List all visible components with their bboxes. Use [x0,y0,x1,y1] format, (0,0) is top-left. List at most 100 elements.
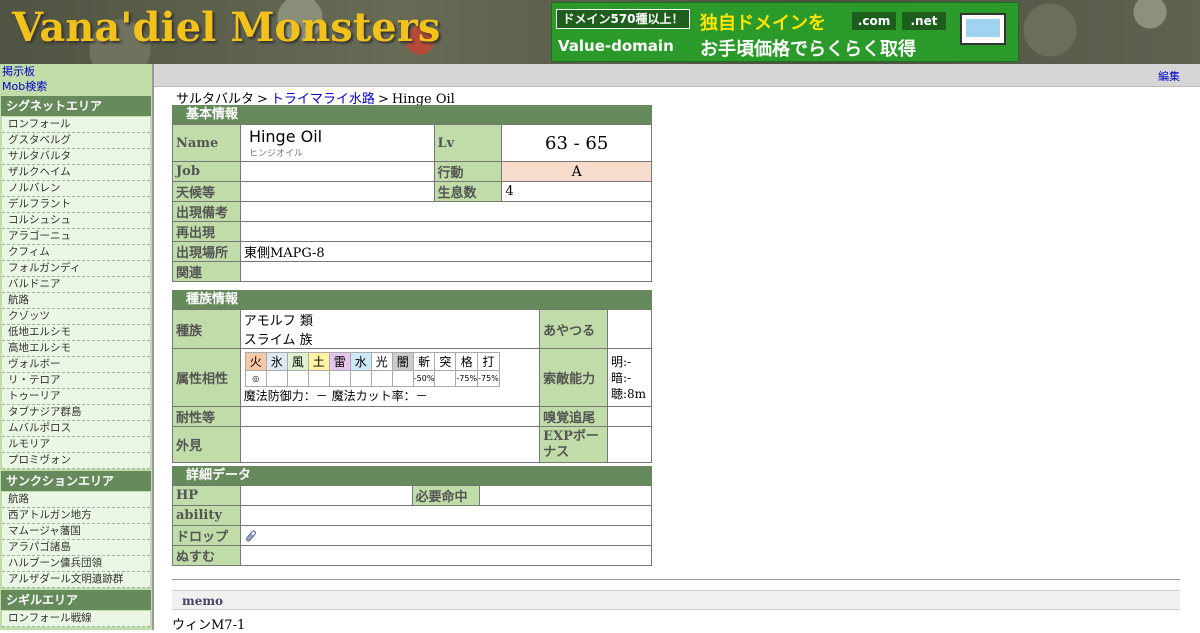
sidebar: 掲示板 Mob検索 シグネットエリア ロンフォール グスタベルグ サルタバルタ ザルクヘ… [0,64,152,630]
sidebar-item[interactable]: ロンフォール戦線 [2,611,150,627]
accuracy-label: 必要命中 [411,485,481,506]
element-name-cell: 水 [349,352,372,371]
family-value: アモルフ 類 スライム 族 [239,309,541,349]
sidebar-item[interactable]: デルフラント [2,197,150,213]
sidebar-area-header: シグネットエリア [1,96,151,116]
family-class: アモルフ 類 [243,314,313,329]
element-table: 火氷風土雷水光闇斬突格打 ◎ -50% -75% -75% [244,352,500,387]
sidebar-item[interactable]: 高地エルシモ [2,341,150,357]
count-label: 生息数 [433,181,503,202]
sidebar-item[interactable]: サルタバルタ [2,149,150,165]
site-title[interactable]: Vana'diel Monsters [12,4,440,51]
memo-text: ウィンM7-1 [172,618,246,633]
detect-dark: 暗:- [610,370,632,385]
weather-value [239,181,435,202]
sidebar-link-bbs[interactable]: 掲示板 [0,64,152,79]
magic-defense-line: 魔法防御力：－ 魔法カット率：－ [243,389,428,403]
basic-info-header: 基本情報 [172,105,652,124]
sidebar-item[interactable]: 航路 [2,492,150,508]
sidebar-area-list: 航路 西アトルガン地方 マムージャ藩国 アラパゴ諸島 ハルブーン傭兵団領 アルザダール文明… [2,492,150,588]
element-value-cell [370,370,393,387]
sidebar-link-mob-search[interactable]: Mob検索 [0,79,152,94]
mob-name: Hinge Oil [248,127,323,146]
sidebar-item[interactable]: アルザダール文明遺跡群 [2,572,150,588]
element-name-cell: 氷 [265,352,288,371]
charm-label: あやつる [539,309,608,349]
element-value-cell [328,370,351,387]
resist-label: 耐性等 [172,406,241,427]
sidebar-item[interactable]: 西アトルガン地方 [2,508,150,524]
element-name-cell: 格 [455,352,479,371]
basic-info-table: Name Hinge Oil ヒンジオイル Lv 63 - 65 Job 行動 … [172,124,653,282]
sidebar-item[interactable]: クフィム [2,245,150,261]
affinity-cell: 火氷風土雷水光闇斬突格打 ◎ -50% -75% -75% 魔法防御力：－ 魔法カット… [239,348,541,407]
charm-value [606,309,653,349]
scent-label: 嗅覚追尾 [539,406,608,427]
sidebar-item[interactable]: タブナジア群島 [2,405,150,421]
related-value [239,261,653,282]
affinity-label: 属性相性 [172,348,241,407]
steal-label: ぬすむ [172,545,241,566]
lv-value: 63 - 65 [501,124,652,162]
sidebar-item[interactable]: アラパゴ諸島 [2,540,150,556]
look-value [239,426,541,463]
banner-logo: Value-domain [558,37,674,55]
sidebar-item[interactable]: ムバルポロス [2,421,150,437]
steal-value [239,545,653,566]
element-value-cell: -75% [455,370,479,387]
site-header: Vana'diel Monsters ドメイン570種以上！ Value-dom… [0,0,1200,64]
accuracy-value [479,485,652,506]
drop-label: ドロップ [172,525,241,546]
ability-value [239,505,653,526]
sidebar-item[interactable]: クゾッツ [2,309,150,325]
hp-value [239,485,413,506]
sidebar-item[interactable]: ノルバレン [2,181,150,197]
element-name-cell: 土 [307,352,330,371]
detect-light: 明:- [610,354,632,369]
ad-banner[interactable]: ドメイン570種以上！ Value-domain 独自ドメインを お手頃価格でら… [551,2,1019,62]
sidebar-item[interactable]: ハルブーン傭兵団領 [2,556,150,572]
sidebar-item[interactable]: フォルガンディ [2,261,150,277]
sidebar-item[interactable]: コルシュシュ [2,213,150,229]
action-label: 行動 [433,161,503,182]
sidebar-item[interactable]: バルドニア [2,277,150,293]
sidebar-item[interactable]: ルモリア [2,437,150,453]
sidebar-item[interactable]: マムージャ藩国 [2,524,150,540]
sidebar-area-list: ロンフォール戦線 [2,611,150,627]
edit-link[interactable]: 編集 [1158,68,1180,84]
potion-icon[interactable] [244,529,258,543]
sidebar-item[interactable]: プロミヴォン [2,453,150,469]
banner-tld-com: .com [852,12,896,30]
element-value-cell [265,370,288,387]
sidebar-item[interactable]: 航路 [2,293,150,309]
element-name-cell: 雷 [328,352,351,371]
ability-label: ability [172,505,241,526]
sidebar-item[interactable]: ザルクヘイム [2,165,150,181]
count-value: 4 [501,181,652,202]
divider-line [172,579,1180,580]
banner-line2: お手頃価格でらくらく取得 [700,39,916,60]
sidebar-area-list: ロンフォール グスタベルグ サルタバルタ ザルクヘイム ノルバレン デルフラント コルシュシ… [2,117,150,469]
sidebar-item[interactable]: グスタベルグ [2,133,150,149]
resist-value [239,406,541,427]
related-label: 関連 [172,261,241,282]
detail-header: 詳細データ [172,466,652,485]
job-label: Job [172,161,241,182]
element-value-cell [349,370,372,387]
sidebar-item[interactable]: トゥーリア [2,389,150,405]
sidebar-item[interactable]: アラゴーニュ [2,229,150,245]
sidebar-area-header: サンクションエリア [1,471,151,491]
element-value-cell [286,370,309,387]
sidebar-item[interactable]: ヴォルボー [2,357,150,373]
sidebar-item[interactable]: リ・テロア [2,373,150,389]
spawn-note-value [239,201,653,222]
banner-tag: ドメイン570種以上！ [556,9,690,29]
element-name-cell: 火 [244,352,267,371]
sidebar-item[interactable]: ロンフォール [2,117,150,133]
exp-label: EXPボーナス [539,426,608,463]
scent-value [606,406,653,427]
element-name-cell: 風 [286,352,309,371]
drop-value [239,525,653,546]
family-tribe: スライム 族 [243,333,313,348]
sidebar-item[interactable]: 低地エルシモ [2,325,150,341]
